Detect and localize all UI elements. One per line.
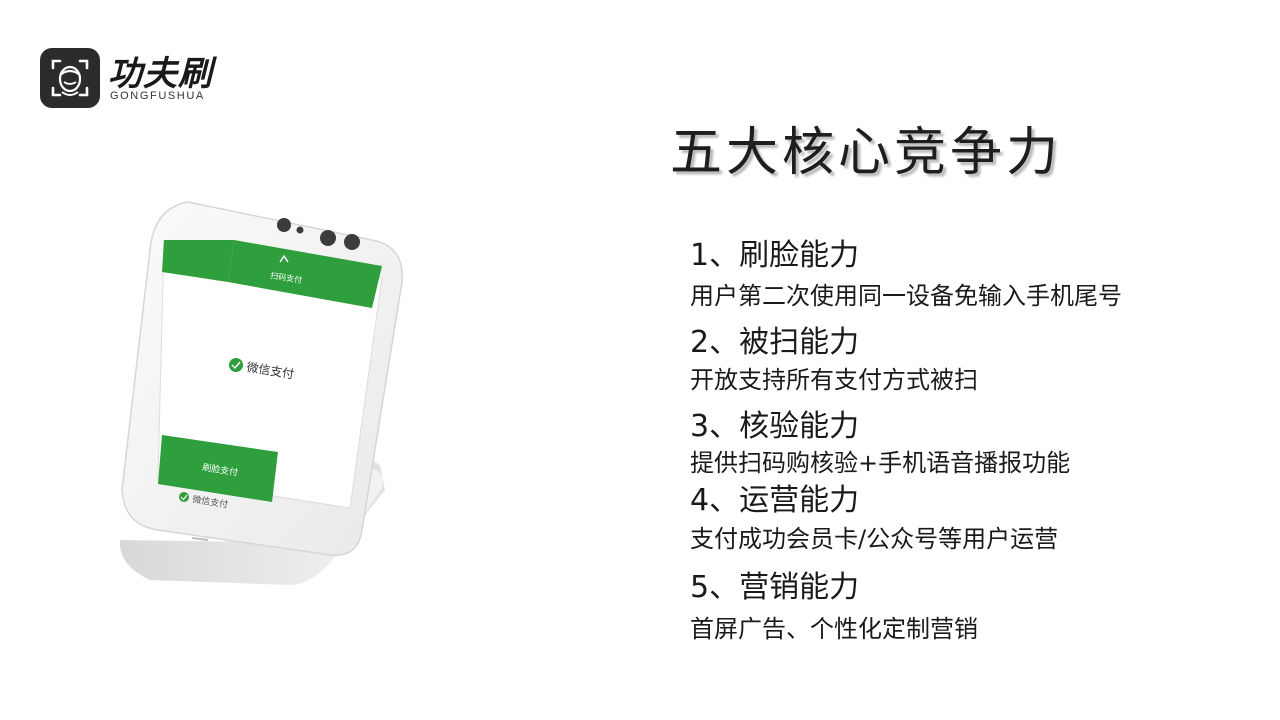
feature-2-desc: 开放支持所有支付方式被扫	[690, 366, 978, 394]
feature-1-desc: 用户第二次使用同一设备免输入手机尾号	[690, 282, 1122, 310]
slide: 功夫刷 GONGFUSHUA 扫码支付 微信支付 刷脸支付 微信支付 五大核心竞…	[0, 0, 1280, 720]
feature-4-desc: 支付成功会员卡/公众号等用户运营	[690, 525, 1059, 553]
logo-subtitle: GONGFUSHUA	[110, 90, 205, 102]
feature-1-title: 1、刷脸能力	[690, 238, 860, 273]
feature-3-title: 3、核验能力	[690, 409, 860, 444]
feature-2-title: 2、被扫能力	[690, 325, 860, 360]
feature-4-title: 4、运营能力	[690, 483, 860, 518]
feature-5-title: 5、营销能力	[690, 570, 860, 605]
face-scan-icon	[40, 48, 100, 108]
feature-5-desc: 首屏广告、个性化定制营销	[690, 615, 978, 643]
page-title: 五大核心竞争力	[670, 123, 1063, 183]
logo: 功夫刷 GONGFUSHUA	[40, 46, 240, 110]
logo-name: 功夫刷	[108, 54, 213, 94]
face-pay-device-illustration: 扫码支付 微信支付 刷脸支付 微信支付	[110, 190, 430, 605]
feature-3-desc: 提供扫码购核验+手机语音播报功能	[690, 449, 1071, 477]
